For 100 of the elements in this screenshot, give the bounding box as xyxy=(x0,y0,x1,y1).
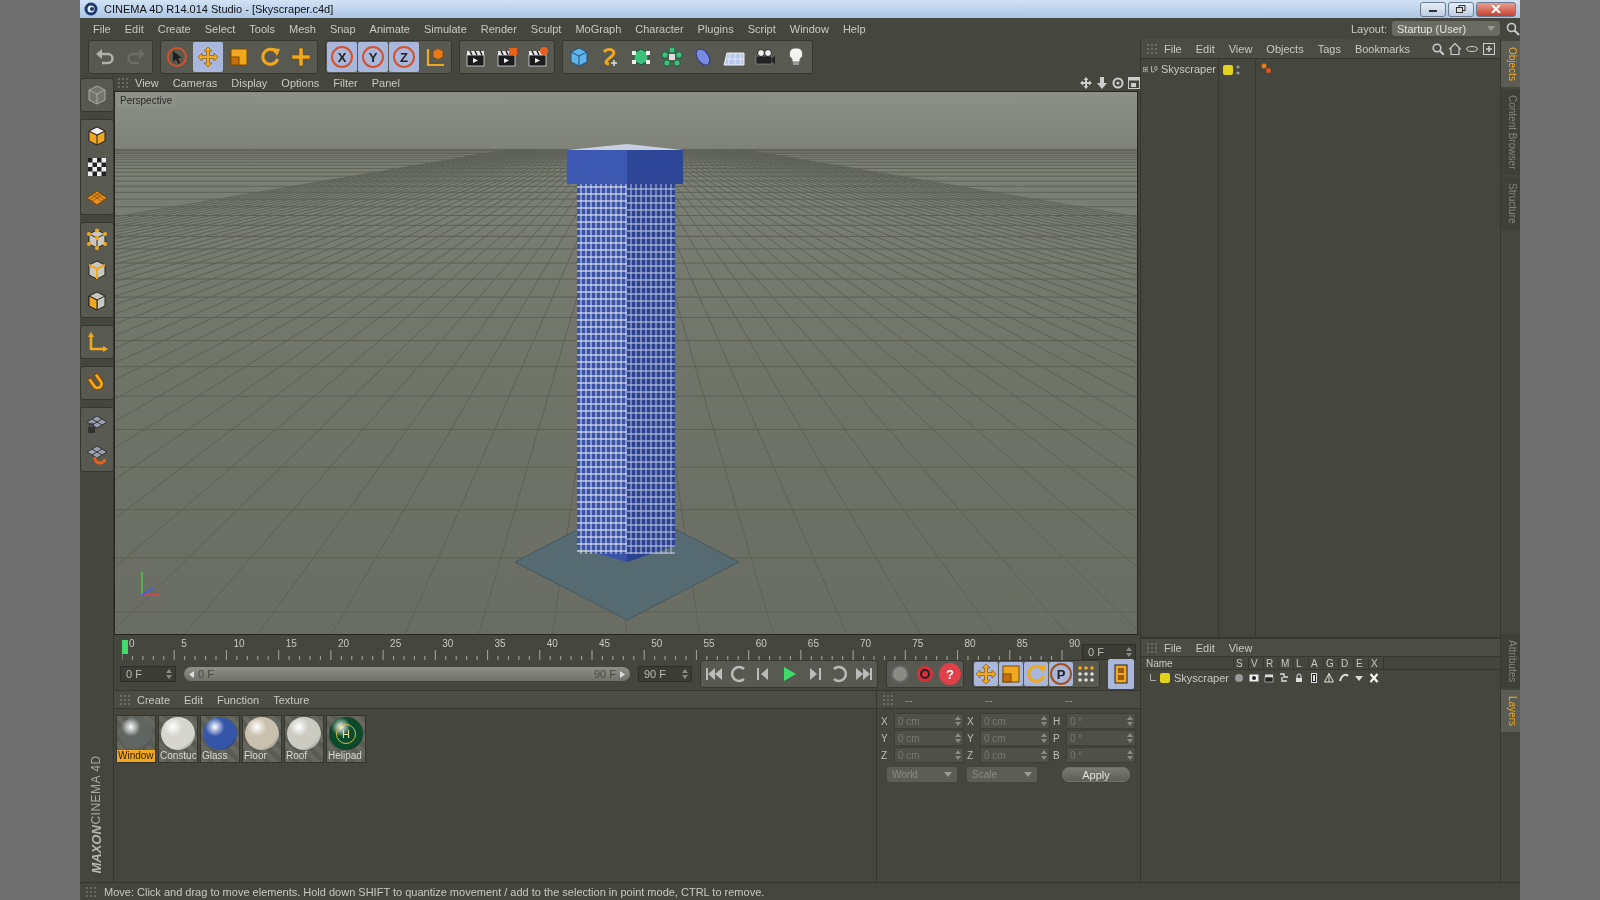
spinner-icon[interactable] xyxy=(1126,647,1132,657)
end-frame-field[interactable]: 90 F xyxy=(638,666,692,682)
menu-item[interactable]: Edit xyxy=(1188,641,1222,654)
column-header[interactable]: L xyxy=(1294,657,1309,669)
x-mark-icon[interactable] xyxy=(1369,672,1379,683)
material-swatch[interactable]: H Helipad xyxy=(326,715,366,763)
right-arrow-icon[interactable] xyxy=(620,670,625,678)
timeline-ruler[interactable]: 0 5 10 15 20 25 30 35 40 45 50 55 60 65 70 75 80 85 90 xyxy=(122,638,1082,660)
panel-grip-icon[interactable] xyxy=(1147,642,1157,653)
menu-item[interactable]: Sculpt xyxy=(523,22,569,35)
column-header[interactable]: D xyxy=(1339,657,1354,669)
menu-item[interactable]: Function xyxy=(210,693,267,706)
menu-item[interactable]: Simulate xyxy=(416,22,474,35)
menu-item[interactable]: Panel xyxy=(364,77,407,89)
visibility-dots-icon[interactable] xyxy=(1236,65,1240,75)
panel-grip-icon[interactable] xyxy=(86,886,96,897)
menu-item[interactable]: Options xyxy=(274,77,327,89)
panel-tab[interactable]: Objects xyxy=(1501,41,1520,87)
menu-item[interactable]: Texture xyxy=(266,693,317,706)
clapperboard-icon[interactable] xyxy=(1264,672,1274,683)
spinner-icon[interactable] xyxy=(1041,716,1047,726)
start-frame-field[interactable]: 0 F xyxy=(120,666,176,682)
column-header[interactable]: X xyxy=(1369,657,1384,669)
current-frame-field[interactable]: 0 F xyxy=(1082,644,1136,660)
spinner-icon[interactable] xyxy=(682,669,688,679)
zoom-view-icon[interactable] xyxy=(1096,77,1108,89)
menu-item[interactable]: Cameras xyxy=(165,77,225,89)
menu-item[interactable]: Character xyxy=(628,22,691,35)
object-name[interactable]: Skyscraper xyxy=(1160,63,1216,75)
expand-toggle-icon[interactable] xyxy=(1143,64,1149,74)
menu-item[interactable]: File xyxy=(86,22,118,35)
tool-button[interactable]: Z xyxy=(389,42,419,72)
menu-item[interactable]: Objects xyxy=(1259,42,1311,55)
spinner-icon[interactable] xyxy=(1127,733,1133,743)
menu-item[interactable]: Tools xyxy=(242,22,282,35)
spinner-icon[interactable] xyxy=(955,750,961,760)
menu-item[interactable]: View xyxy=(1221,42,1260,55)
solo-dot-icon[interactable] xyxy=(1234,672,1244,683)
material-swatch[interactable]: Constuc xyxy=(158,715,198,763)
material-swatch[interactable]: Glass xyxy=(200,715,240,763)
menu-item[interactable]: View xyxy=(128,77,166,89)
column-header[interactable]: V xyxy=(1249,657,1264,669)
menu-item[interactable]: Edit xyxy=(177,693,210,706)
spinner-icon[interactable] xyxy=(1127,716,1133,726)
menu-item[interactable]: Snap xyxy=(322,22,363,35)
tool-button[interactable]: P xyxy=(1049,662,1073,686)
menu-item[interactable]: Create xyxy=(150,22,198,35)
column-header[interactable]: G xyxy=(1324,657,1339,669)
panel-grip-icon[interactable] xyxy=(883,694,893,705)
close-button[interactable] xyxy=(1476,1,1516,17)
menu-item[interactable]: Help xyxy=(835,22,873,35)
column-header[interactable]: E xyxy=(1354,657,1369,669)
film-strip-icon[interactable] xyxy=(1309,672,1319,683)
material-swatch[interactable]: Window xyxy=(116,715,156,763)
maximize-view-icon[interactable] xyxy=(1128,77,1140,89)
menu-item[interactable]: Create xyxy=(130,693,178,706)
tool-button[interactable]: ? xyxy=(938,662,962,686)
menu-item[interactable]: Display xyxy=(224,77,275,89)
column-header[interactable]: M xyxy=(1279,657,1294,669)
menu-item[interactable]: Script xyxy=(740,22,783,35)
tool-button[interactable]: X xyxy=(327,42,357,72)
material-swatch[interactable]: Roof xyxy=(284,715,324,763)
tag-icon[interactable] xyxy=(1260,62,1272,74)
menu-item[interactable]: View xyxy=(1221,641,1260,654)
panel-grip-icon[interactable] xyxy=(118,78,128,88)
menu-item[interactable]: Bookmarks xyxy=(1347,42,1417,55)
column-header[interactable]: R xyxy=(1264,657,1279,669)
column-header[interactable]: Name xyxy=(1144,657,1234,669)
panel-grip-icon[interactable] xyxy=(120,694,130,705)
menu-item[interactable]: Animate xyxy=(362,22,417,35)
left-arrow-icon[interactable] xyxy=(189,670,194,678)
panel-tab[interactable]: Layers xyxy=(1501,690,1520,732)
spinner-icon[interactable] xyxy=(955,733,961,743)
column-header[interactable]: A xyxy=(1309,657,1324,669)
minimize-button[interactable] xyxy=(1420,1,1446,17)
spinner-icon[interactable] xyxy=(955,716,961,726)
menu-item[interactable]: Window xyxy=(782,22,836,35)
restore-button[interactable] xyxy=(1448,1,1474,17)
pyramid-icon[interactable] xyxy=(1324,672,1334,683)
spinner-icon[interactable] xyxy=(1127,750,1133,760)
spinner-icon[interactable] xyxy=(1041,733,1047,743)
column-header[interactable]: S xyxy=(1234,657,1249,669)
menu-item[interactable]: Select xyxy=(197,22,243,35)
menu-item[interactable]: Edit xyxy=(1188,42,1222,55)
bend-icon[interactable] xyxy=(1339,672,1349,683)
layer-name[interactable]: Skyscraper xyxy=(1174,671,1230,684)
menu-item[interactable]: Render xyxy=(473,22,524,35)
layout-dropdown[interactable]: Startup (User) xyxy=(1392,21,1500,36)
menu-item[interactable]: File xyxy=(1157,641,1189,654)
home-icon[interactable] xyxy=(1449,42,1462,55)
menu-item[interactable]: MoGraph xyxy=(568,22,629,35)
panel-grip-icon[interactable] xyxy=(1147,43,1157,54)
eye-icon[interactable] xyxy=(1249,672,1259,683)
menu-item[interactable]: Mesh xyxy=(282,22,323,35)
material-swatch[interactable]: Floor xyxy=(242,715,282,763)
menu-item[interactable]: Plugins xyxy=(690,22,741,35)
orbit-view-icon[interactable] xyxy=(1112,77,1124,89)
menu-item[interactable]: Tags xyxy=(1310,42,1348,55)
search-icon[interactable] xyxy=(1432,42,1445,55)
add-panel-icon[interactable] xyxy=(1483,42,1496,55)
